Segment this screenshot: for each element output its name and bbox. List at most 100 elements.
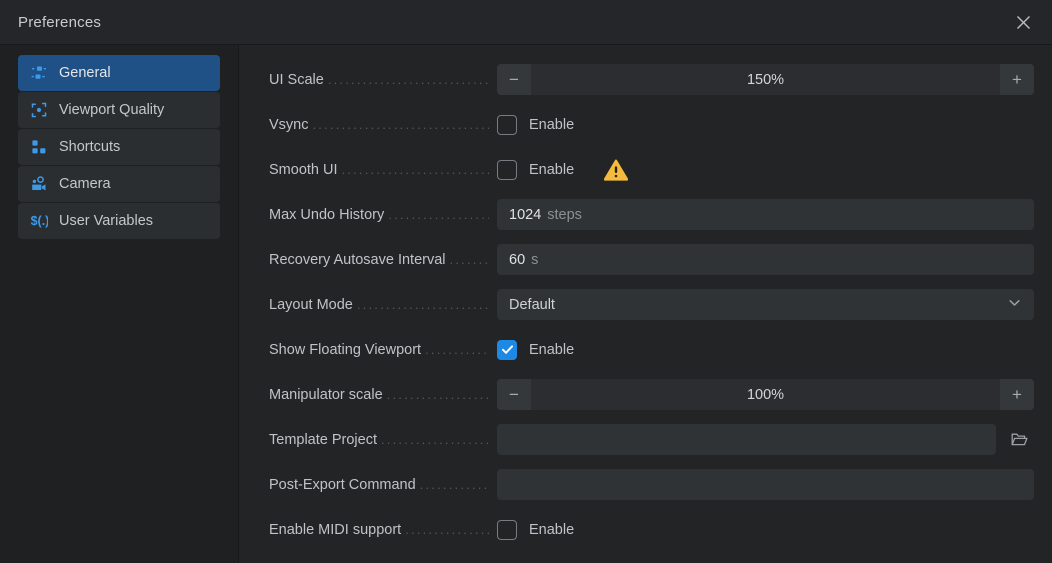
page-title: Preferences: [18, 13, 102, 31]
sidebar-item-viewport-quality[interactable]: Viewport Quality: [18, 92, 220, 128]
window-body: General Viewport Quality Shortcuts Camer…: [0, 45, 1052, 563]
setting-label: Recovery Autosave Interval: [269, 251, 446, 268]
leader-dots: ...................................: [419, 477, 489, 491]
minus-icon[interactable]: −: [497, 379, 531, 410]
setting-row-smooth-ui: Smooth UI ..............................…: [269, 147, 1034, 192]
general-nodes-icon: [30, 64, 48, 82]
setting-row-post-export-command: Post-Export Command ....................…: [269, 462, 1034, 507]
leader-dots: ...................................: [449, 252, 489, 266]
setting-row-show-floating-viewport: Show Floating Viewport .................…: [269, 327, 1034, 372]
setting-label: Smooth UI: [269, 161, 338, 178]
svg-text:$(.): $(.): [31, 214, 48, 228]
setting-field: − 150% +: [497, 64, 1034, 95]
sidebar-item-shortcuts[interactable]: Shortcuts: [18, 129, 220, 165]
plus-icon[interactable]: +: [1000, 64, 1034, 95]
manipulator-scale-stepper[interactable]: − 100% +: [497, 379, 1034, 410]
settings-sidebar: General Viewport Quality Shortcuts Camer…: [0, 45, 239, 563]
layout-mode-select[interactable]: Default: [497, 289, 1034, 320]
setting-field: Enable: [497, 159, 1034, 181]
warning-icon[interactable]: [604, 159, 629, 181]
sidebar-item-label: Viewport Quality: [59, 102, 165, 118]
shortcuts-icon: [30, 138, 48, 156]
minus-icon[interactable]: −: [497, 64, 531, 95]
leader-dots: ...................................: [327, 72, 489, 86]
manipulator-scale-value[interactable]: 100%: [531, 387, 1000, 403]
vsync-checkbox-row[interactable]: Enable: [497, 114, 574, 135]
sidebar-item-general[interactable]: General: [18, 55, 220, 91]
sidebar-item-user-variables[interactable]: $(.) User Variables: [18, 203, 220, 239]
folder-open-icon[interactable]: [1004, 425, 1034, 455]
leader-dots: ...................................: [381, 432, 489, 446]
leader-dots: ...................................: [425, 342, 489, 356]
setting-field: [497, 469, 1034, 500]
setting-field: Default: [497, 289, 1034, 320]
setting-label-wrap: Max Undo History .......................…: [269, 207, 497, 223]
enable-midi-support-checkbox-label: Enable: [529, 521, 575, 538]
smooth-ui-checkbox[interactable]: [497, 159, 517, 180]
ui-scale-value[interactable]: 150%: [531, 72, 1000, 88]
leader-dots: ...................................: [356, 297, 489, 311]
setting-label: Show Floating Viewport: [269, 341, 422, 358]
smooth-ui-checkbox-row[interactable]: Enable: [497, 159, 575, 180]
setting-row-layout-mode: Layout Mode ............................…: [269, 282, 1034, 327]
input-value: 1024: [509, 206, 542, 223]
setting-row-enable-midi-support: Enable MIDI support ....................…: [269, 507, 1034, 552]
setting-field: Enable: [497, 519, 1034, 540]
show-floating-viewport-checkbox-label: Enable: [529, 341, 575, 358]
setting-field: 1024 steps: [497, 199, 1034, 230]
setting-label-wrap: Manipulator scale ......................…: [269, 387, 497, 403]
user-variables-icon: $(.): [30, 212, 48, 230]
setting-label-wrap: Template Project .......................…: [269, 432, 497, 448]
sidebar-item-label: User Variables: [59, 213, 154, 229]
setting-field: − 100% +: [497, 379, 1034, 410]
setting-row-max-undo-history: Max Undo History .......................…: [269, 192, 1034, 237]
leader-dots: ...................................: [388, 207, 489, 221]
setting-label: Max Undo History: [269, 206, 385, 223]
setting-row-ui-scale: UI Scale ...............................…: [269, 57, 1034, 102]
setting-label: Manipulator scale: [269, 386, 383, 403]
viewport-quality-icon: [30, 101, 48, 119]
leader-dots: ...................................: [312, 117, 490, 131]
leader-dots: ...................................: [386, 387, 489, 401]
template-project-input[interactable]: [497, 424, 996, 455]
enable-midi-support-checkbox[interactable]: [497, 519, 517, 540]
recovery-autosave-interval-input[interactable]: 60 s: [497, 244, 1034, 275]
close-icon[interactable]: [1006, 5, 1040, 39]
setting-label-wrap: Layout Mode ............................…: [269, 297, 497, 313]
camera-icon: [30, 175, 48, 193]
post-export-command-input[interactable]: [497, 469, 1034, 500]
vsync-checkbox[interactable]: [497, 114, 517, 135]
sidebar-item-label: General: [59, 65, 111, 81]
leader-dots: ...................................: [341, 162, 490, 176]
setting-label: Post-Export Command: [269, 476, 416, 493]
window-titlebar: Preferences: [0, 0, 1052, 45]
setting-label: Layout Mode: [269, 296, 353, 313]
enable-midi-support-checkbox-row[interactable]: Enable: [497, 519, 575, 540]
chevron-down-icon: [1007, 295, 1022, 315]
setting-field: [497, 424, 1034, 455]
setting-label: Enable MIDI support: [269, 521, 402, 538]
leader-dots: ...................................: [405, 522, 489, 536]
max-undo-history-input[interactable]: 1024 steps: [497, 199, 1034, 230]
setting-label-wrap: Smooth UI ..............................…: [269, 162, 497, 178]
input-suffix: steps: [547, 206, 582, 223]
setting-row-recovery-autosave-interval: Recovery Autosave Interval .............…: [269, 237, 1034, 282]
preferences-window: Preferences General Viewport Quality Sho…: [0, 0, 1052, 563]
sidebar-item-label: Shortcuts: [59, 139, 121, 155]
setting-label-wrap: Show Floating Viewport .................…: [269, 342, 497, 358]
sidebar-item-label: Camera: [59, 176, 111, 192]
show-floating-viewport-checkbox[interactable]: [497, 339, 517, 360]
setting-label-wrap: Enable MIDI support ....................…: [269, 522, 497, 538]
show-floating-viewport-checkbox-row[interactable]: Enable: [497, 339, 575, 360]
setting-row-template-project: Template Project .......................…: [269, 417, 1034, 462]
setting-label-wrap: UI Scale ...............................…: [269, 72, 497, 88]
ui-scale-stepper[interactable]: − 150% +: [497, 64, 1034, 95]
setting-label: Template Project: [269, 431, 377, 448]
sidebar-item-camera[interactable]: Camera: [18, 166, 220, 202]
layout-mode-value: Default: [509, 296, 555, 313]
settings-content: UI Scale ...............................…: [239, 45, 1052, 563]
setting-row-vsync: Vsync ..................................…: [269, 102, 1034, 147]
plus-icon[interactable]: +: [1000, 379, 1034, 410]
smooth-ui-checkbox-label: Enable: [529, 161, 575, 178]
setting-row-manipulator-scale: Manipulator scale ......................…: [269, 372, 1034, 417]
